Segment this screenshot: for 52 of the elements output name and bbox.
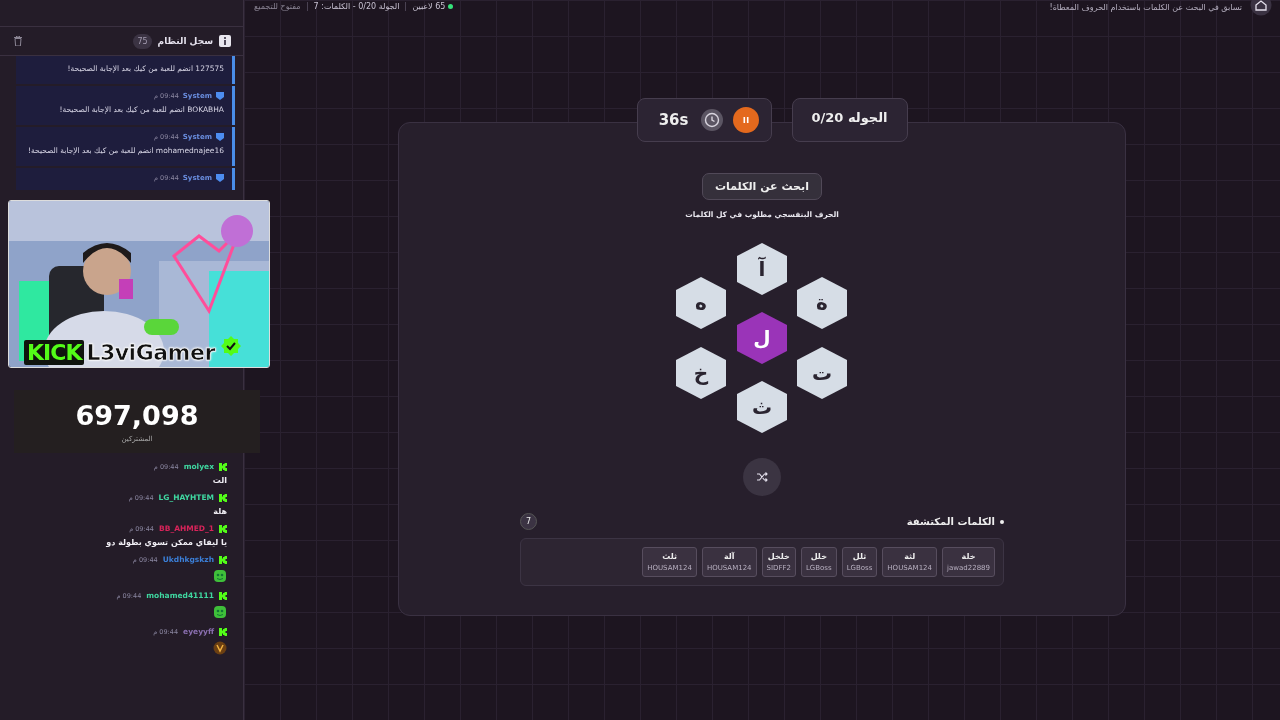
emote-icon — [213, 605, 227, 619]
kick-icon — [219, 524, 227, 533]
count-badge: 7 — [520, 513, 537, 530]
found-word: خلة — [961, 552, 976, 561]
section-title: الكلمات المكتشفة — [906, 516, 995, 527]
shield-icon — [216, 92, 224, 100]
round-counter: الجوله 0/20 — [791, 98, 908, 142]
pause-button[interactable] — [732, 107, 759, 133]
timer-value: 36s — [658, 111, 689, 129]
letter-tile[interactable]: ت — [797, 347, 847, 399]
kick-icon — [219, 462, 227, 471]
section-title: سجل النظام — [157, 36, 213, 46]
round-info: الجولة 0/20 - الكلمات: 7 — [313, 2, 400, 11]
online-dot — [448, 4, 454, 9]
found-word: ثلث — [662, 552, 677, 561]
letter-tile[interactable]: ة — [797, 277, 847, 329]
room-status: مفتوح للتجميع — [254, 2, 301, 11]
bullet-dot — [1000, 519, 1004, 524]
found-word: خلل — [810, 552, 827, 561]
found-word: لثة — [904, 552, 916, 561]
shield-icon — [216, 133, 224, 141]
kick-icon — [219, 555, 227, 564]
follower-count: 697,098 — [75, 400, 199, 431]
found-word: آلة — [723, 552, 735, 561]
emote-icon — [213, 569, 227, 583]
letter-tile[interactable]: ث — [737, 381, 787, 433]
count-badge: 75 — [133, 33, 152, 49]
chat-message: يا ليفاي ممكن تسوي بطولة دو — [105, 538, 227, 547]
chat-message: هلة — [212, 507, 227, 516]
brand-logo: KICK — [24, 340, 85, 365]
pause-icon — [741, 116, 750, 124]
letter-tile[interactable]: خ — [676, 347, 726, 399]
kick-icon — [219, 493, 227, 502]
page-subtitle: تسابق في البحث عن الكلمات باستخدام الحروف المعطاة! — [1049, 3, 1242, 12]
info-icon — [219, 35, 231, 47]
found-word: ثلل — [852, 552, 867, 561]
letter-tile[interactable]: ه — [676, 277, 726, 329]
letter-tile[interactable]: آ — [737, 243, 787, 295]
shield-icon — [216, 174, 224, 182]
kick-icon — [219, 627, 227, 636]
shuffle-icon — [756, 471, 768, 483]
kick-icon — [219, 591, 227, 600]
chat-message: الت — [211, 476, 227, 485]
clock-icon — [700, 109, 723, 131]
game-title: ابحث عن الكلمات — [702, 173, 822, 200]
found-word: خلخل — [767, 552, 790, 561]
letter-tile[interactable]: ل — [737, 312, 787, 364]
home-icon — [1250, 0, 1272, 16]
trash-icon — [14, 36, 22, 46]
player-count: 65 لاعبين — [412, 2, 446, 11]
badge-icon — [213, 641, 227, 655]
shuffle-button[interactable] — [743, 458, 781, 496]
